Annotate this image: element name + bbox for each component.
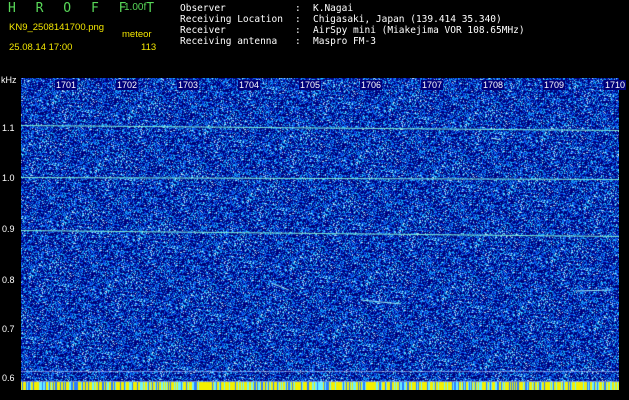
x-tick-label: 1703 <box>177 80 200 90</box>
x-tick-label: 1705 <box>299 80 322 90</box>
x-tick-label: 1701 <box>55 80 78 90</box>
station-info: Observer: K.Nagai Receiving Location: Chig… <box>180 3 525 47</box>
info-row-receiver: Receiver: AirSpy mini (Miakejima VOR 108.… <box>180 25 525 36</box>
info-row-antenna: Receiving antenna: Maspro FM-3 <box>180 36 376 47</box>
x-tick-label: 1710 <box>604 80 627 90</box>
info-row-location: Receiving Location: Chigasaki, Japan (139… <box>180 14 502 25</box>
y-axis-unit: kHz <box>1 75 17 85</box>
app-version: 1.00f <box>124 2 147 13</box>
header: H R O F F T 1.00f KN9_2508141700.png met… <box>0 0 629 78</box>
spectrogram <box>21 78 619 390</box>
meteor-label: meteor <box>122 29 152 40</box>
x-tick-label: 1709 <box>543 80 566 90</box>
x-tick-label: 1706 <box>360 80 383 90</box>
x-tick-label: 1707 <box>421 80 444 90</box>
x-tick-label: 1702 <box>116 80 139 90</box>
info-row-observer: Observer: K.Nagai <box>180 3 354 14</box>
y-tick-label: 0.6 <box>2 373 15 383</box>
y-tick-label: 1.0 <box>2 173 15 183</box>
y-tick-label: 0.8 <box>2 275 15 285</box>
y-tick-label: 0.9 <box>2 224 15 234</box>
datetime: 25.08.14 17:00 <box>9 42 73 53</box>
y-tick-label: 0.7 <box>2 324 15 334</box>
x-tick-label: 1708 <box>482 80 505 90</box>
y-tick-label: 1.1 <box>2 123 15 133</box>
meteor-count: 113 <box>141 42 157 53</box>
x-tick-label: 1704 <box>238 80 261 90</box>
file-name: KN9_2508141700.png <box>9 22 105 33</box>
